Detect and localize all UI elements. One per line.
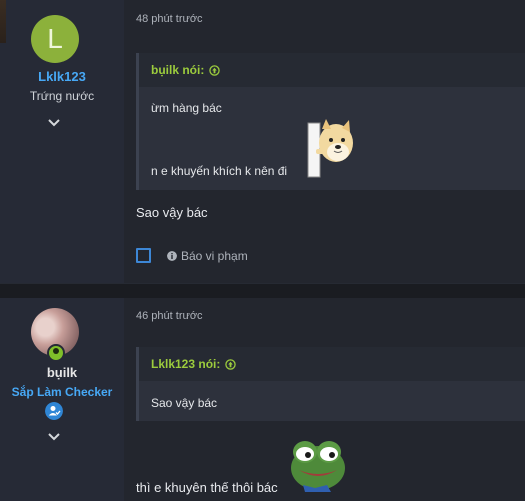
user-title: Trứng nước <box>29 89 95 103</box>
quote-line: Sao vậy bác <box>151 396 218 410</box>
message-text: thì e khuyên thế thôi bác <box>136 480 278 495</box>
quote-header[interactable]: Lklk123 nói: <box>139 347 525 381</box>
report-link[interactable]: Báo vi phạm <box>181 249 248 263</box>
user-info-panel: bụilk Sắp Làm Checker <box>0 298 124 501</box>
post: bụilk Sắp Làm Checker 46 phút trước Lklk… <box>0 298 525 501</box>
report-row: Báo vi phạm <box>136 248 248 263</box>
message-panel: 46 phút trước Lklk123 nói: Sao vậy bác t… <box>124 298 525 501</box>
avatar[interactable]: L <box>31 15 79 63</box>
quote-header[interactable]: bụilk nói: <box>139 53 525 87</box>
post: L Lklk123 Trứng nước 48 phút trước bụilk… <box>0 0 525 283</box>
quote-line: ừm hàng bác <box>151 101 222 115</box>
post-timestamp[interactable]: 46 phút trước <box>136 310 203 322</box>
post-timestamp[interactable]: 48 phút trước <box>136 13 203 25</box>
message-panel: 48 phút trước bụilk nói: ừm hàng bác n e… <box>124 0 525 283</box>
arrow-up-circle-icon[interactable] <box>225 358 237 370</box>
quote-author[interactable]: bụilk nói: <box>151 63 204 77</box>
arrow-up-circle-icon[interactable] <box>209 64 221 76</box>
quote-block: Lklk123 nói: Sao vậy bác <box>136 347 525 421</box>
chevron-down-icon[interactable] <box>47 116 61 130</box>
cropped-image-edge <box>0 0 6 43</box>
doge-sticker <box>307 119 353 178</box>
quote-block: bụilk nói: ừm hàng bác n e khuyến khích … <box>136 53 525 190</box>
chevron-down-icon[interactable] <box>47 430 61 444</box>
select-checkbox[interactable] <box>136 248 151 263</box>
username-link[interactable]: Lklk123 <box>0 69 124 84</box>
username-link[interactable]: bụilk <box>0 365 124 380</box>
info-icon <box>167 250 177 261</box>
user-info-panel: L Lklk123 Trứng nước <box>0 0 124 283</box>
post-separator <box>0 283 525 299</box>
online-status-icon <box>47 344 65 362</box>
quote-line: n e khuyến khích k nên đi <box>151 164 288 178</box>
pepe-sticker <box>291 441 345 492</box>
message-text: Sao vậy bác <box>136 205 208 220</box>
user-badge-icon <box>45 402 63 420</box>
quote-author[interactable]: Lklk123 nói: <box>151 357 220 371</box>
user-title: Sắp Làm Checker <box>11 385 113 399</box>
